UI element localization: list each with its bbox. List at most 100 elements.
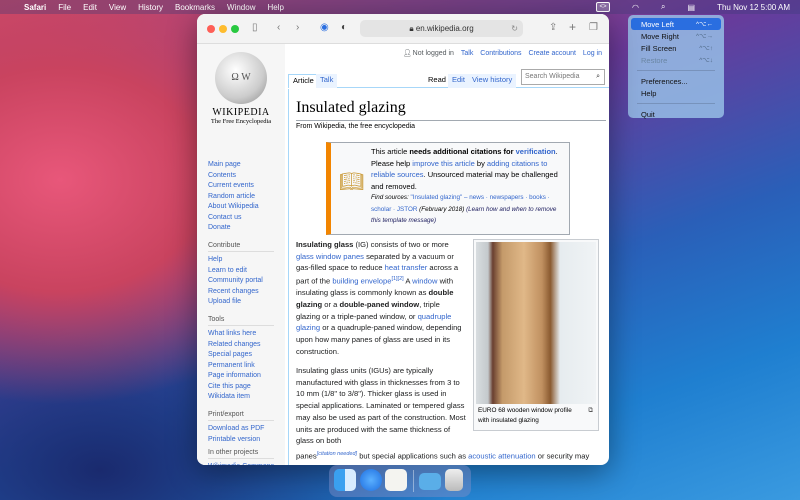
wikipedia-logo[interactable]: Ω W WIKIPEDIA The Free Encyclopedia: [210, 52, 272, 125]
control-center-icon[interactable]: ▤: [688, 3, 696, 12]
sidebar-item[interactable]: Page information: [208, 371, 261, 382]
menu-item-help[interactable]: Help: [631, 87, 721, 99]
sidebar-item[interactable]: Download as PDF: [208, 424, 264, 435]
menu-help[interactable]: Help: [267, 3, 283, 12]
tab-article[interactable]: Article: [288, 74, 319, 88]
heading-other: In other projects: [208, 449, 274, 459]
tab-talk[interactable]: Talk: [316, 74, 338, 88]
tabs-overview-icon[interactable]: ❐: [589, 22, 598, 33]
improve-link[interactable]: improve this article: [412, 159, 475, 168]
menu-item-fill-screen[interactable]: Fill Screen ^⌥↑: [631, 42, 721, 54]
menu-view[interactable]: View: [109, 3, 126, 12]
sidebar-item[interactable]: Wikidata item: [208, 392, 261, 403]
clock[interactable]: Thu Nov 12 5:00 AM: [717, 3, 790, 12]
menu-item-preferences[interactable]: Preferences...: [631, 75, 721, 87]
sidebar-item[interactable]: Main page: [208, 160, 259, 171]
contributions-link[interactable]: Contributions: [480, 50, 521, 57]
sidebar-item[interactable]: Help: [208, 255, 263, 266]
menu-item-quit[interactable]: Quit: [631, 108, 721, 120]
sidebar-item[interactable]: Special pages: [208, 350, 261, 361]
sidebar-icon[interactable]: ▯: [252, 22, 258, 33]
figure: EURO 68 wooden window profile with insul…: [473, 239, 599, 431]
dock-divider: [413, 470, 414, 492]
menu-app[interactable]: Safari: [24, 3, 46, 12]
menu-file[interactable]: File: [58, 3, 71, 12]
sidebar-item[interactable]: What links here: [208, 329, 261, 340]
find-sources: Find sources: "Insulated glazing" – news…: [371, 192, 565, 227]
sidebar-item[interactable]: Recent changes: [208, 287, 263, 298]
share-icon[interactable]: ⇪: [549, 22, 557, 33]
sidebar-item[interactable]: Contents: [208, 171, 259, 182]
sidebar-item[interactable]: Current events: [208, 181, 259, 192]
new-tab-icon[interactable]: +: [569, 20, 576, 34]
sidebar-item[interactable]: Wikimedia Commons: [208, 462, 274, 465]
shortcut: ^⌥←: [695, 21, 713, 28]
sidebar-item[interactable]: Learn to edit: [208, 266, 263, 277]
link[interactable]: window: [412, 277, 437, 286]
verification-link[interactable]: verification: [516, 147, 556, 156]
t: Insulating glass: [296, 240, 354, 249]
sidebar-item[interactable]: Contact us: [208, 213, 259, 224]
downloads-folder-icon[interactable]: [419, 473, 441, 490]
finder-icon[interactable]: [334, 469, 356, 491]
shortcut: ^⌥↓: [699, 57, 713, 64]
book-icon: 📖︎: [339, 171, 365, 193]
user-links: 👤︎Not logged in Talk Contributions Creat…: [398, 49, 602, 57]
menu-history[interactable]: History: [138, 3, 163, 12]
menu-bar: Safari File Edit View History Bookmarks …: [0, 0, 800, 14]
minimize-button[interactable]: [219, 25, 227, 33]
password-extension-icon[interactable]: ◉: [320, 22, 329, 33]
t: or a: [322, 300, 340, 310]
shield-icon[interactable]: ◐: [341, 22, 347, 33]
sidebar-item[interactable]: Printable version: [208, 435, 264, 446]
create-account-link[interactable]: Create account: [528, 50, 575, 57]
toolbar: ▯ ‹ › ◉ ◐ 🔒︎ en.wikipedia.org ↻ ⇪ + ❐: [197, 14, 609, 44]
menu-edit[interactable]: Edit: [83, 3, 97, 12]
tab-read[interactable]: Read: [424, 74, 450, 88]
sidebar-item[interactable]: Permanent link: [208, 361, 261, 372]
enlarge-icon[interactable]: ⧉: [588, 406, 593, 416]
wiki-sidebar: Ω W WIKIPEDIA The Free Encyclopedia Main…: [197, 44, 285, 465]
sidebar-item[interactable]: Random article: [208, 192, 259, 203]
menu-window[interactable]: Window: [227, 3, 255, 12]
search-input[interactable]: Search Wikipedia ⌕: [521, 69, 605, 85]
menu-bookmarks[interactable]: Bookmarks: [175, 3, 215, 12]
sidebar-item[interactable]: Community portal: [208, 276, 263, 287]
window-manager-menu: Move Left ^⌥← Move Right ^⌥→ Fill Screen ^⌥…: [628, 15, 724, 120]
window-manager-icon[interactable]: <>: [596, 2, 611, 12]
back-icon[interactable]: ‹: [277, 22, 280, 33]
link[interactable]: heat transfer: [385, 263, 428, 272]
window-profile-image[interactable]: [476, 242, 596, 404]
forward-icon[interactable]: ›: [296, 22, 299, 33]
dock: [329, 465, 471, 497]
paragraph-1: Insulating glass (IG) consists of two or…: [296, 239, 466, 358]
login-link[interactable]: Log in: [583, 50, 602, 57]
wifi-icon[interactable]: ◠: [632, 3, 639, 12]
search-icon[interactable]: ⌕: [661, 2, 665, 12]
link[interactable]: glass window panes: [296, 252, 364, 261]
shortcut: ^⌥↑: [699, 45, 713, 52]
safari-icon[interactable]: [360, 469, 382, 491]
sidebar-item[interactable]: Related changes: [208, 340, 261, 351]
ref[interactable]: [citation needed]: [317, 451, 357, 457]
textedit-icon[interactable]: [385, 469, 407, 491]
t: This article: [371, 147, 410, 156]
address-bar[interactable]: 🔒︎ en.wikipedia.org ↻: [360, 20, 523, 37]
trash-icon[interactable]: [445, 469, 463, 491]
menu-item-move-right[interactable]: Move Right ^⌥→: [631, 30, 721, 42]
sidebar-item[interactable]: Cite this page: [208, 382, 261, 393]
ref[interactable]: [1][2]: [391, 276, 403, 282]
link[interactable]: building envelope: [332, 277, 391, 286]
sidebar-item[interactable]: Donate: [208, 223, 259, 234]
close-button[interactable]: [207, 25, 215, 33]
reload-icon[interactable]: ↻: [511, 20, 518, 37]
tab-view-history[interactable]: View history: [468, 74, 517, 88]
zoom-button[interactable]: [231, 25, 239, 33]
link[interactable]: acoustic attenuation: [468, 452, 536, 461]
talk-link[interactable]: Talk: [461, 50, 473, 57]
sidebar-item[interactable]: Upload file: [208, 297, 263, 308]
tab-edit[interactable]: Edit: [448, 74, 469, 88]
menu-item-move-left[interactable]: Move Left ^⌥←: [631, 18, 721, 30]
search-icon[interactable]: ⌕: [596, 73, 600, 81]
sidebar-item[interactable]: About Wikipedia: [208, 202, 259, 213]
